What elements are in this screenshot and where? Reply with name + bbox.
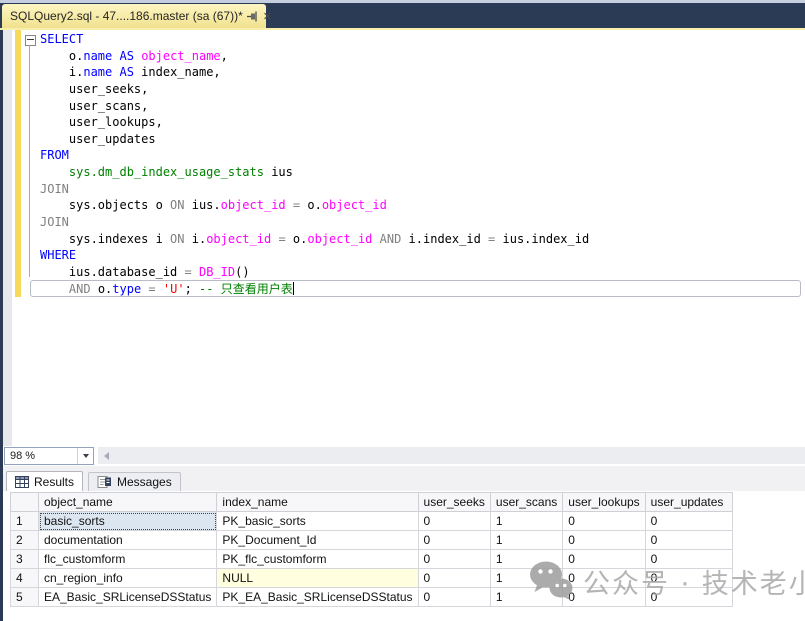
zoom-level-value: 98 % (10, 450, 36, 462)
editor-bottom-bar: 98 % (3, 446, 805, 466)
grid-row-number[interactable]: 5 (10, 587, 39, 607)
grid-cell[interactable]: 1 (489, 511, 564, 531)
code-line: SELECT (40, 32, 84, 46)
grid-cell[interactable]: PK_Document_Id (216, 530, 419, 550)
grid-cell[interactable]: PK_flc_customform (216, 549, 419, 569)
grid-cell[interactable]: flc_customform (37, 549, 218, 569)
code-line: AND o.type = 'U'; -- 只查看用户表 (3, 279, 805, 298)
table-row: 5 EA_Basic_SRLicenseDSStatus PK_EA_Basic_S… (10, 587, 733, 607)
grid-cell[interactable]: 0 (417, 568, 491, 588)
tab-messages[interactable]: Messages (88, 472, 181, 491)
code-line: user_updates (40, 131, 156, 146)
grid-cell[interactable]: 0 (644, 511, 733, 531)
sql-editor[interactable]: SELECT o.name AS object_name, i.name AS … (3, 30, 805, 446)
grid-cell[interactable]: 0 (562, 568, 646, 588)
ssms-window: SQLQuery2.sql - 47....186.master (sa (67… (0, 0, 805, 621)
grid-cell[interactable]: EA_Basic_SRLicenseDSStatus (37, 587, 218, 607)
close-icon[interactable]: ✕ (263, 8, 272, 24)
grid-cell[interactable]: 1 (489, 530, 564, 550)
grid-cell[interactable]: 0 (417, 587, 491, 607)
grid-cell[interactable]: PK_basic_sorts (216, 511, 419, 531)
results-grid: object_name index_name user_seeks user_scan… (10, 492, 733, 607)
grid-row-number[interactable]: 3 (10, 549, 39, 569)
grid-cell[interactable]: 0 (644, 587, 733, 607)
grid-body: 1 basic_sorts PK_basic_sorts 0 1 0 0 2 documenta… (10, 511, 733, 607)
code-line: sys.dm_db_index_usage_stats ius (68, 165, 293, 180)
messages-icon (97, 475, 112, 489)
grid-column-header[interactable]: user_lookups (562, 492, 646, 512)
grid-row-number[interactable]: 1 (10, 511, 39, 531)
pin-icon[interactable] (245, 8, 261, 24)
grid-cell[interactable]: cn_region_info (37, 568, 218, 588)
tab-messages-label: Messages (117, 475, 172, 489)
horizontal-scrollbar[interactable] (98, 447, 805, 464)
grid-cell[interactable]: 1 (489, 568, 564, 588)
grid-cell[interactable]: 0 (644, 530, 733, 550)
text-caret (292, 281, 294, 295)
grid-cell[interactable]: 0 (562, 511, 646, 531)
grid-column-header[interactable]: user_seeks (417, 492, 491, 512)
code-line: user_scans, (40, 98, 149, 113)
grid-cell[interactable]: 0 (562, 530, 646, 550)
code-line: o.name AS object_name, (40, 48, 228, 63)
code-line: sys.objects o ON ius.object_id = o.objec… (40, 198, 387, 213)
grid-cell[interactable]: 0 (644, 549, 733, 569)
tab-results-label: Results (34, 474, 75, 489)
code-line: user_lookups, (40, 115, 163, 130)
code-lines: SELECT o.name AS object_name, i.name AS … (3, 31, 805, 297)
table-row: 4 cn_region_info NULL 0 1 0 0 (10, 568, 733, 588)
grid-row-number[interactable]: 2 (10, 530, 39, 550)
code-line: user_seeks, (40, 81, 149, 96)
grid-column-header[interactable]: user_updates (644, 492, 733, 512)
scroll-left-arrow-icon[interactable] (104, 451, 109, 460)
grid-cell[interactable]: 0 (417, 511, 491, 531)
grid-cell[interactable]: PK_EA_Basic_SRLicenseDSStatus (216, 587, 419, 607)
tab-results[interactable]: Results (6, 471, 84, 491)
code-line: FROM (40, 148, 69, 163)
grid-cell[interactable]: 1 (489, 587, 564, 607)
grid-cell[interactable]: 0 (562, 587, 646, 607)
chevron-down-icon[interactable] (77, 448, 93, 464)
code-line: JOIN (40, 215, 69, 230)
grid-cell[interactable]: NULL (216, 568, 419, 588)
results-grid-area: object_name index_name user_seeks user_scan… (3, 491, 805, 621)
table-row: 3 flc_customform PK_flc_customform 0 1 0 0 (10, 549, 733, 569)
code-line: JOIN (40, 181, 69, 196)
code-line: ius.database_id = DB_ID() (40, 264, 250, 279)
zoom-level-combo[interactable]: 98 % (4, 447, 94, 465)
grid-column-header[interactable]: object_name (37, 492, 218, 512)
code-line: sys.indexes i ON i.object_id = o.object_… (40, 231, 590, 246)
grid-cell[interactable]: 0 (562, 549, 646, 569)
document-tab-title: SQLQuery2.sql - 47....186.master (sa (67… (10, 9, 243, 23)
grid-cell[interactable]: documentation (37, 530, 218, 550)
results-grid-icon (15, 475, 29, 488)
grid-column-header[interactable]: user_scans (489, 492, 564, 512)
results-pane: Results Messages object_name index_name us… (3, 471, 805, 621)
document-tab[interactable]: SQLQuery2.sql - 47....186.master (sa (67… (2, 4, 272, 28)
grid-cell[interactable]: basic_sorts (37, 511, 218, 531)
grid-cell[interactable]: 0 (417, 549, 491, 569)
table-row: 1 basic_sorts PK_basic_sorts 0 1 0 0 (10, 511, 733, 531)
grid-cell[interactable]: 0 (644, 568, 733, 588)
code-line: i.name AS index_name, (40, 65, 221, 80)
grid-row-number[interactable]: 4 (10, 568, 39, 588)
table-row: 2 documentation PK_Document_Id 0 1 0 0 (10, 530, 733, 550)
grid-header-row: object_name index_name user_seeks user_scan… (10, 492, 733, 512)
code-line: WHERE (40, 248, 77, 263)
grid-corner-header[interactable] (10, 492, 39, 512)
grid-column-header[interactable]: index_name (216, 492, 419, 512)
grid-cell[interactable]: 1 (489, 549, 564, 569)
grid-cell[interactable]: 0 (417, 530, 491, 550)
